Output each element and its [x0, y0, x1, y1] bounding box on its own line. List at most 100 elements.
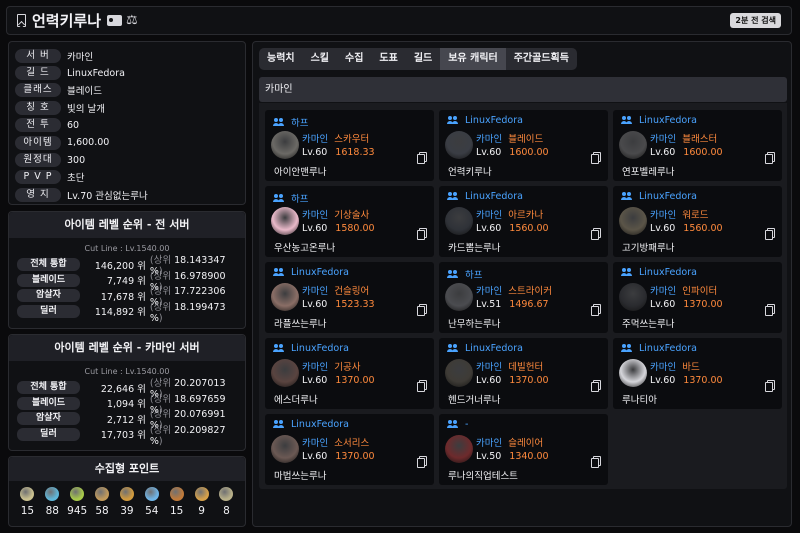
character-class: 블레이드: [508, 134, 544, 145]
character-card[interactable]: LinuxFedora 카마인 워로드 Lv.60 1560.00 고기방패루나: [613, 186, 782, 257]
character-card[interactable]: 하프 카마인 기상술사 Lv.60 1580.00 우산농고온루나: [265, 186, 434, 257]
collectible-item[interactable]: 15: [166, 487, 188, 517]
info-value: 초단: [67, 173, 85, 185]
upper-label: (상위: [149, 424, 172, 436]
copy-icon[interactable]: [417, 152, 427, 164]
tab-2[interactable]: 수집: [337, 48, 371, 70]
character-card[interactable]: LinuxFedora 카마인 블래스터 Lv.60 1600.00 연포벨레루나: [613, 110, 782, 181]
character-card[interactable]: LinuxFedora 카마인 인파이터 Lv.60 1370.00 주먹쓰는루나: [613, 262, 782, 333]
class-line: 카마인 워로드: [650, 207, 708, 221]
collectible-count: 15: [170, 505, 184, 517]
character-server: 카마인: [650, 210, 677, 221]
copy-icon[interactable]: [591, 304, 601, 316]
copy-icon[interactable]: [765, 152, 775, 164]
class-line: 카마인 스카우터: [302, 131, 369, 145]
tab-5[interactable]: 보유 캐릭터: [440, 48, 506, 70]
copy-icon[interactable]: [591, 228, 601, 240]
class-line: 카마인 데빌헌터: [476, 359, 543, 373]
collectible-item[interactable]: 88: [41, 487, 63, 517]
search-time-badge[interactable]: 2분 전 검색: [730, 13, 781, 28]
collectible-item[interactable]: 58: [91, 487, 113, 517]
copy-icon[interactable]: [417, 228, 427, 240]
upper-label: (상위: [149, 286, 172, 298]
item-level: 1370.00: [335, 375, 375, 386]
bookmark-icon[interactable]: [17, 14, 26, 27]
collectible-item[interactable]: 15: [16, 487, 38, 517]
class-line: 카마인 스트라이커: [476, 283, 552, 297]
avatar: [271, 131, 299, 159]
character-card[interactable]: LinuxFedora 카마인 기공사 Lv.60 1370.00 에스더루나: [265, 338, 434, 409]
main-content-panel: 능력치 스킬 수집 도표 길드 보유 캐릭터 주간골드획득 카마인 하프 카마인 스카우터 Lv.…: [252, 41, 792, 527]
profile-info-panel: 서 버 카마인 길 드 LinuxFedora 클래스 블레이드 칭 호 빛의 날개 전 투 60…: [8, 41, 246, 205]
character-card[interactable]: LinuxFedora 카마인 아르카나 Lv.60 1560.00 카드뽑는루나: [439, 186, 608, 257]
character-card[interactable]: 하프 카마인 스트라이커 Lv.51 1496.67 난무하는루나: [439, 262, 608, 333]
copy-icon[interactable]: [417, 304, 427, 316]
character-class: 소서리스: [334, 438, 370, 449]
character-level: Lv.60: [302, 147, 328, 158]
character-class: 바드: [682, 362, 700, 373]
character-card[interactable]: LinuxFedora 카마인 건슬링어 Lv.60 1523.33 라플쓰는루나: [265, 262, 434, 333]
info-value: 1,600.00: [67, 137, 110, 149]
copy-icon[interactable]: [765, 380, 775, 392]
tab-4[interactable]: 길드: [406, 48, 440, 70]
character-class: 워로드: [682, 210, 709, 221]
tab-0[interactable]: 능력치: [259, 48, 303, 70]
scale-icon[interactable]: ⚖: [126, 13, 138, 28]
tab-6[interactable]: 주간골드획득: [506, 48, 577, 70]
guild-members-icon: [447, 116, 460, 125]
guild-members-icon: [447, 344, 460, 353]
copy-icon[interactable]: [591, 456, 601, 468]
avatar: [619, 359, 647, 387]
character-card[interactable]: LinuxFedora 카마인 블레이드 Lv.60 1600.00 언력키루나: [439, 110, 608, 181]
character-server: 카마인: [476, 210, 503, 221]
character-level: Lv.60: [476, 147, 502, 158]
character-server: 카마인: [302, 286, 329, 297]
tab-3[interactable]: 도표: [371, 48, 405, 70]
rank-value: 146,200 위: [94, 260, 146, 272]
character-name: 언력키루나: [32, 12, 102, 30]
rank-value: 1,094 위: [106, 399, 146, 411]
character-class: 블래스터: [682, 134, 718, 145]
tab-1[interactable]: 스킬: [303, 48, 337, 70]
collectible-item[interactable]: 945: [66, 487, 88, 517]
character-card[interactable]: - 카마인 슬레이어 Lv.50 1340.00 루나의직업테스트: [439, 414, 608, 485]
collectible-item[interactable]: 39: [116, 487, 138, 517]
copy-icon[interactable]: [765, 304, 775, 316]
collectible-item[interactable]: 54: [141, 487, 163, 517]
rank-label: 암살자: [17, 412, 80, 426]
id-card-icon[interactable]: [107, 15, 123, 26]
collectible-item[interactable]: 8: [215, 487, 237, 517]
server-section-header: 카마인: [259, 77, 787, 102]
character-level: Lv.60: [650, 299, 676, 310]
character-level: Lv.60: [302, 299, 328, 310]
info-label: 칭 호: [15, 100, 61, 115]
upper-label: (상위: [149, 393, 172, 405]
level-line: Lv.60 1370.00: [476, 375, 549, 386]
info-label: 원정대: [15, 153, 61, 168]
collectible-count: 58: [95, 505, 109, 517]
collectible-item[interactable]: 9: [191, 487, 213, 517]
copy-icon[interactable]: [591, 152, 601, 164]
copy-icon[interactable]: [417, 380, 427, 392]
rank-value: 22,646 위: [100, 383, 146, 395]
guild-name: -: [465, 419, 469, 430]
character-card[interactable]: LinuxFedora 카마인 소서리스 Lv.60 1370.00 마법쓰는루나: [265, 414, 434, 485]
rank-label: 딜러: [17, 304, 80, 318]
character-guild: LinuxFedora: [447, 191, 523, 202]
character-level: Lv.60: [302, 223, 328, 234]
character-card[interactable]: LinuxFedora 카마인 데빌헌터 Lv.60 1370.00 헨드거너루나: [439, 338, 608, 409]
info-row: 영 지 Lv.70 관심없는루나: [15, 186, 239, 203]
character-level: Lv.60: [302, 375, 328, 386]
copy-icon[interactable]: [765, 228, 775, 240]
avatar: [271, 207, 299, 235]
character-card[interactable]: 하프 카마인 스카우터 Lv.60 1618.33 아이안맨루나: [265, 110, 434, 181]
rank-label: 블레이드: [17, 396, 80, 410]
level-line: Lv.60 1370.00: [302, 451, 375, 462]
copy-icon[interactable]: [591, 380, 601, 392]
info-row: 칭 호 빛의 날개: [15, 99, 239, 116]
copy-icon[interactable]: [417, 456, 427, 468]
class-line: 카마인 기공사: [302, 359, 360, 373]
character-class: 기공사: [334, 362, 361, 373]
character-card[interactable]: LinuxFedora 카마인 바드 Lv.60 1370.00 루나티아: [613, 338, 782, 409]
avatar: [445, 131, 473, 159]
